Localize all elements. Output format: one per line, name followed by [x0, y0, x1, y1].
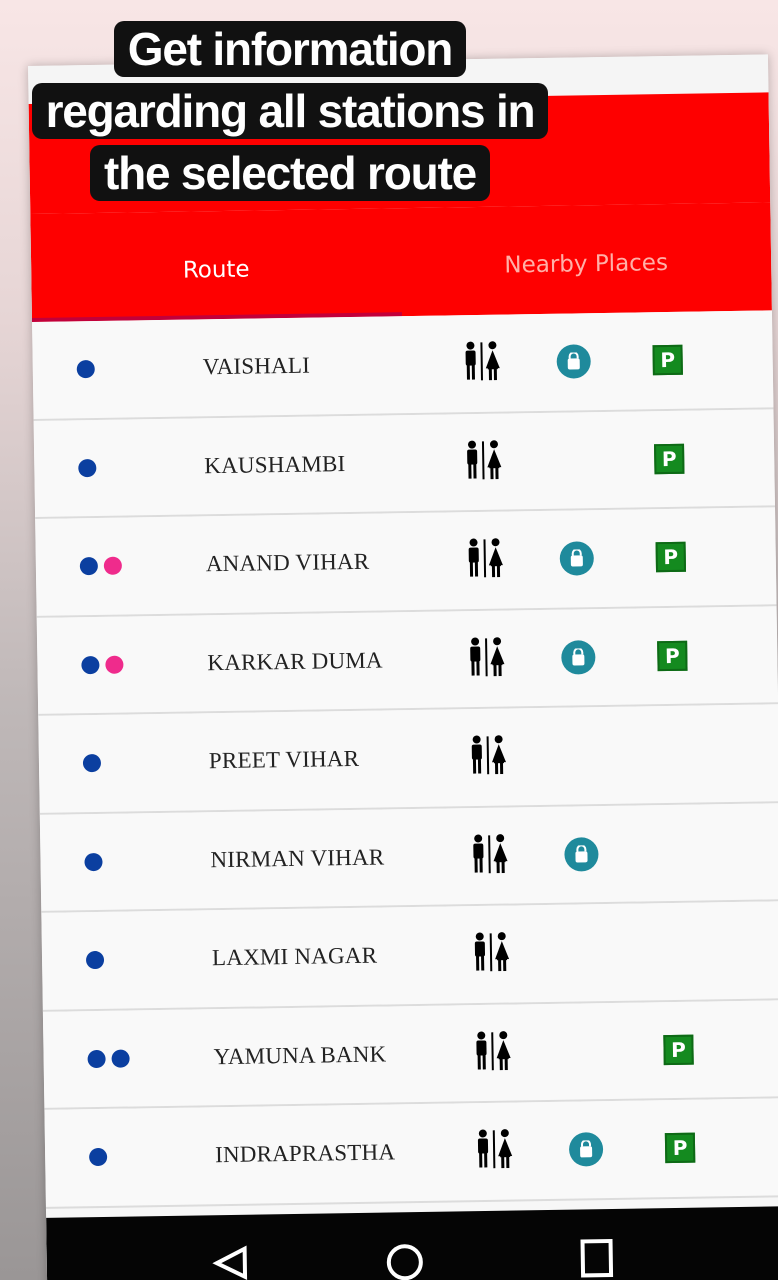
- station-row[interactable]: KAUSHAMBI P: [33, 408, 776, 519]
- line-indicator: [87, 1049, 130, 1068]
- line-dot: [85, 951, 105, 970]
- toilet-icon: [475, 1128, 514, 1174]
- station-name: ANAND VIHAR: [205, 548, 370, 577]
- line-indicator: [84, 852, 103, 871]
- station-row[interactable]: INDRAPRASTHA P: [44, 1098, 778, 1209]
- line-indicator: [89, 1148, 108, 1167]
- tab-bar: Route Nearby Places: [30, 202, 772, 322]
- shopping-bag-icon: [561, 639, 596, 675]
- shopping-bag-icon: [559, 541, 595, 576]
- line-indicator: [79, 556, 123, 576]
- back-icon[interactable]: [212, 1245, 248, 1280]
- toilet-icon: [473, 1030, 512, 1076]
- toilet-icon: [465, 537, 504, 583]
- toilet-icon: [472, 931, 511, 977]
- station-name: YAMUNA BANK: [213, 1041, 387, 1069]
- toilet-icon: [467, 636, 506, 682]
- line-dot: [111, 1049, 130, 1068]
- tab-nearby-places[interactable]: Nearby Places: [400, 202, 772, 316]
- line-dot: [78, 458, 97, 478]
- line-indicator: [82, 754, 102, 773]
- line-dot: [89, 1148, 108, 1167]
- line-indicator: [81, 655, 124, 674]
- home-icon[interactable]: [386, 1244, 423, 1280]
- parking-icon: P: [663, 1034, 694, 1065]
- station-name: LAXMI NAGAR: [211, 942, 378, 971]
- navigation-bar: [46, 1206, 778, 1280]
- station-name: INDRAPRASTHA: [214, 1139, 396, 1168]
- line-indicator: [78, 458, 97, 478]
- promo-caption: Get information regarding all stations i…: [10, 18, 570, 204]
- shopping-bag-icon: [556, 344, 591, 379]
- parking-icon: P: [652, 345, 683, 376]
- nav-buttons: [212, 1238, 614, 1280]
- toilet-icon: [462, 340, 501, 386]
- toilet-icon: [464, 439, 503, 485]
- line-dot: [76, 360, 95, 379]
- line-dot: [81, 655, 100, 674]
- tab-route[interactable]: Route: [30, 208, 402, 322]
- caption-line-1: Get information: [113, 21, 467, 77]
- line-dot: [103, 556, 123, 576]
- line-dot: [87, 1049, 106, 1068]
- station-row[interactable]: LAXMI NAGAR: [41, 901, 778, 1012]
- shopping-bag-icon: [564, 836, 599, 872]
- parking-icon: P: [654, 443, 685, 474]
- recents-icon[interactable]: [580, 1238, 614, 1278]
- station-row[interactable]: ANAND VIHAR P: [35, 507, 777, 618]
- station-row[interactable]: VAISHALI P: [32, 310, 774, 421]
- caption-line-3: the selected route: [89, 145, 491, 201]
- station-row[interactable]: PREET VIHAR: [38, 704, 778, 815]
- caption-line-2: regarding all stations in: [31, 83, 549, 139]
- station-row[interactable]: YAMUNA BANK P: [42, 999, 778, 1110]
- phone-screen: Route Nearby Places VAISHALI P KAUSHAMBI …: [28, 54, 778, 1280]
- station-name: KAUSHAMBI: [204, 450, 346, 479]
- line-indicator: [85, 951, 105, 970]
- station-name: VAISHALI: [202, 352, 311, 380]
- line-dot: [79, 557, 99, 576]
- parking-icon: P: [664, 1132, 696, 1164]
- station-row[interactable]: NIRMAN VIHAR: [39, 802, 778, 913]
- line-dot: [105, 655, 124, 674]
- parking-icon: P: [655, 541, 687, 573]
- station-list: VAISHALI P KAUSHAMBI P ANAND VIHAR P KARKAR…: [32, 310, 778, 1209]
- station-name: NIRMAN VIHAR: [210, 844, 385, 872]
- toilet-icon: [469, 734, 508, 780]
- shopping-bag-icon: [568, 1132, 604, 1167]
- toilet-icon: [470, 833, 509, 879]
- station-name: KARKAR DUMA: [207, 647, 383, 676]
- station-row[interactable]: KARKAR DUMA P: [36, 605, 778, 716]
- station-name: PREET VIHAR: [208, 746, 360, 774]
- line-indicator: [76, 360, 95, 379]
- line-dot: [82, 754, 102, 773]
- line-dot: [84, 852, 103, 871]
- parking-icon: P: [657, 640, 688, 671]
